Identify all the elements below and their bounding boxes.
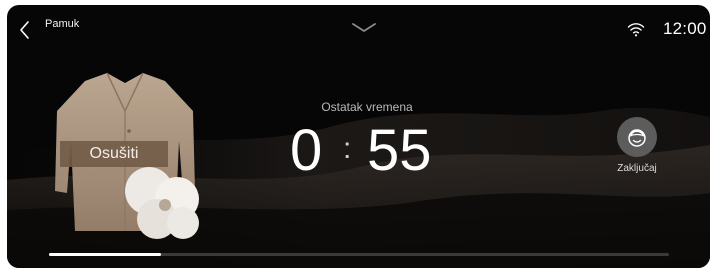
back-button[interactable] xyxy=(17,19,33,41)
child-lock-icon xyxy=(628,129,646,147)
remaining-minutes: 55 xyxy=(367,118,432,183)
child-lock-button[interactable] xyxy=(617,117,657,157)
cycle-progress-bar xyxy=(49,253,669,256)
wifi-icon xyxy=(627,23,645,37)
program-name: Pamuk xyxy=(45,18,80,30)
cycle-progress-fill xyxy=(49,253,161,256)
remaining-time-caption: Ostatak vremena xyxy=(321,100,413,114)
chevron-down-icon[interactable] xyxy=(349,21,379,35)
remaining-hours: 0 xyxy=(290,118,323,183)
program-option-label: Osušiti xyxy=(60,141,168,167)
washer-display: Pamuk 12:00 Osušiti Ostatak vremena 0: … xyxy=(7,5,710,268)
child-lock-label: Zaključaj xyxy=(617,163,657,174)
time-separator: : xyxy=(343,132,352,165)
chevron-left-icon xyxy=(20,21,29,39)
status-clock: 12:00 xyxy=(663,19,707,38)
